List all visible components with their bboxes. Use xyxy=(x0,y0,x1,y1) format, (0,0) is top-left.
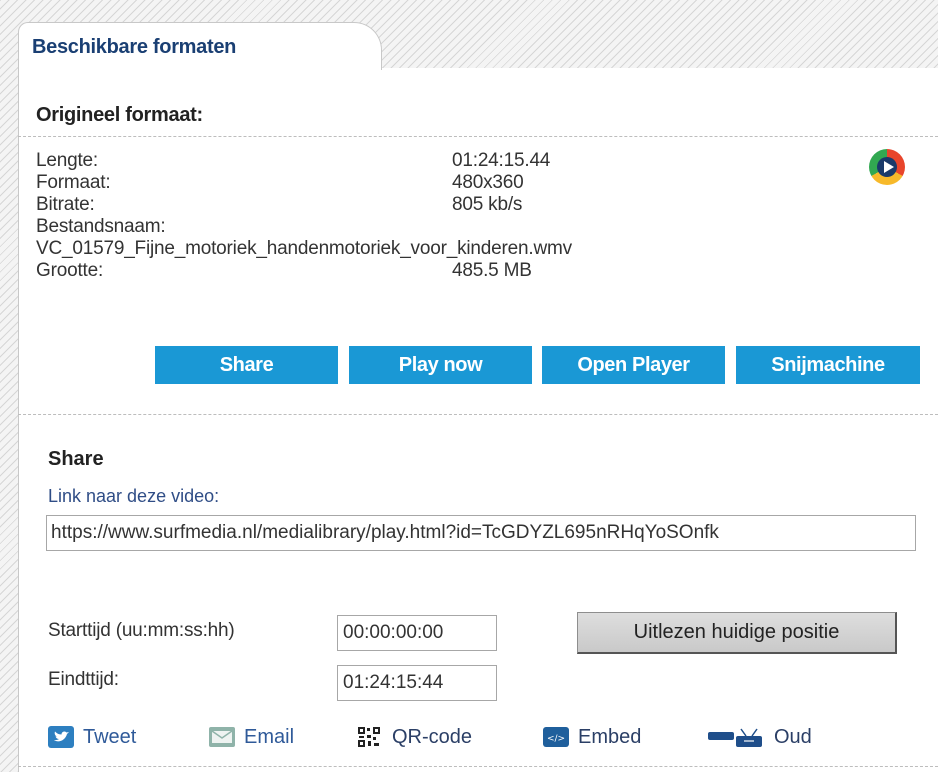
divider xyxy=(18,414,938,415)
bitrate-value: 805 kb/s xyxy=(452,194,523,215)
email-label: Email xyxy=(244,725,295,748)
svg-text:</>: </> xyxy=(547,734,565,744)
start-time-field[interactable]: 00:00:00:00 xyxy=(337,615,497,651)
end-time-field[interactable]: 01:24:15:44 xyxy=(337,665,497,701)
email-link[interactable]: Email xyxy=(208,722,294,752)
original-format-title: Origineel formaat: xyxy=(36,104,203,126)
tab-label: Beschikbare formaten xyxy=(32,36,237,58)
cutter-button[interactable]: Snijmachine xyxy=(736,346,920,384)
length-label: Lengte: xyxy=(36,150,98,171)
old-label: Oud xyxy=(774,725,812,748)
old-embed-link[interactable]: Oud xyxy=(706,722,812,752)
filename-value: VC_01579_Fijne_motoriek_handenmotoriek_v… xyxy=(36,238,572,259)
qr-code-label: QR-code xyxy=(392,725,473,748)
size-label: Grootte: xyxy=(36,260,104,281)
length-value: 01:24:15.44 xyxy=(452,150,551,171)
qr-code-link[interactable]: QR-code xyxy=(356,722,472,752)
format-label: Formaat: xyxy=(36,172,111,193)
media-player-icon[interactable] xyxy=(869,149,905,185)
embed-icon: </> xyxy=(542,725,570,749)
divider xyxy=(18,766,938,767)
video-link-label: Link naar deze video: xyxy=(48,486,220,506)
start-time-label: Starttijd (uu:mm:ss:hh) xyxy=(48,620,235,641)
open-player-button[interactable]: Open Player xyxy=(542,346,725,384)
read-current-position-button[interactable]: Uitlezen huidige positie xyxy=(577,612,897,654)
end-time-label: Eindttijd: xyxy=(48,669,119,690)
play-now-button[interactable]: Play now xyxy=(349,346,532,384)
video-link-field[interactable]: https://www.surfmedia.nl/medialibrary/pl… xyxy=(46,515,916,551)
bitrate-label: Bitrate: xyxy=(36,194,95,215)
size-value: 485.5 MB xyxy=(452,260,532,281)
embed-link[interactable]: </> Embed xyxy=(542,722,641,752)
qr-code-icon xyxy=(356,725,384,749)
tweet-label: Tweet xyxy=(83,725,137,748)
format-value: 480x360 xyxy=(452,172,524,193)
share-button[interactable]: Share xyxy=(155,346,338,384)
divider xyxy=(18,136,938,137)
tweet-link[interactable]: Tweet xyxy=(47,722,136,752)
embed-label: Embed xyxy=(578,725,642,748)
twitter-icon xyxy=(47,725,75,749)
share-section-title: Share xyxy=(48,448,104,470)
surfmedia-logo-icon xyxy=(706,725,766,749)
filename-label: Bestandsnaam: xyxy=(36,216,166,237)
email-icon xyxy=(208,725,236,749)
